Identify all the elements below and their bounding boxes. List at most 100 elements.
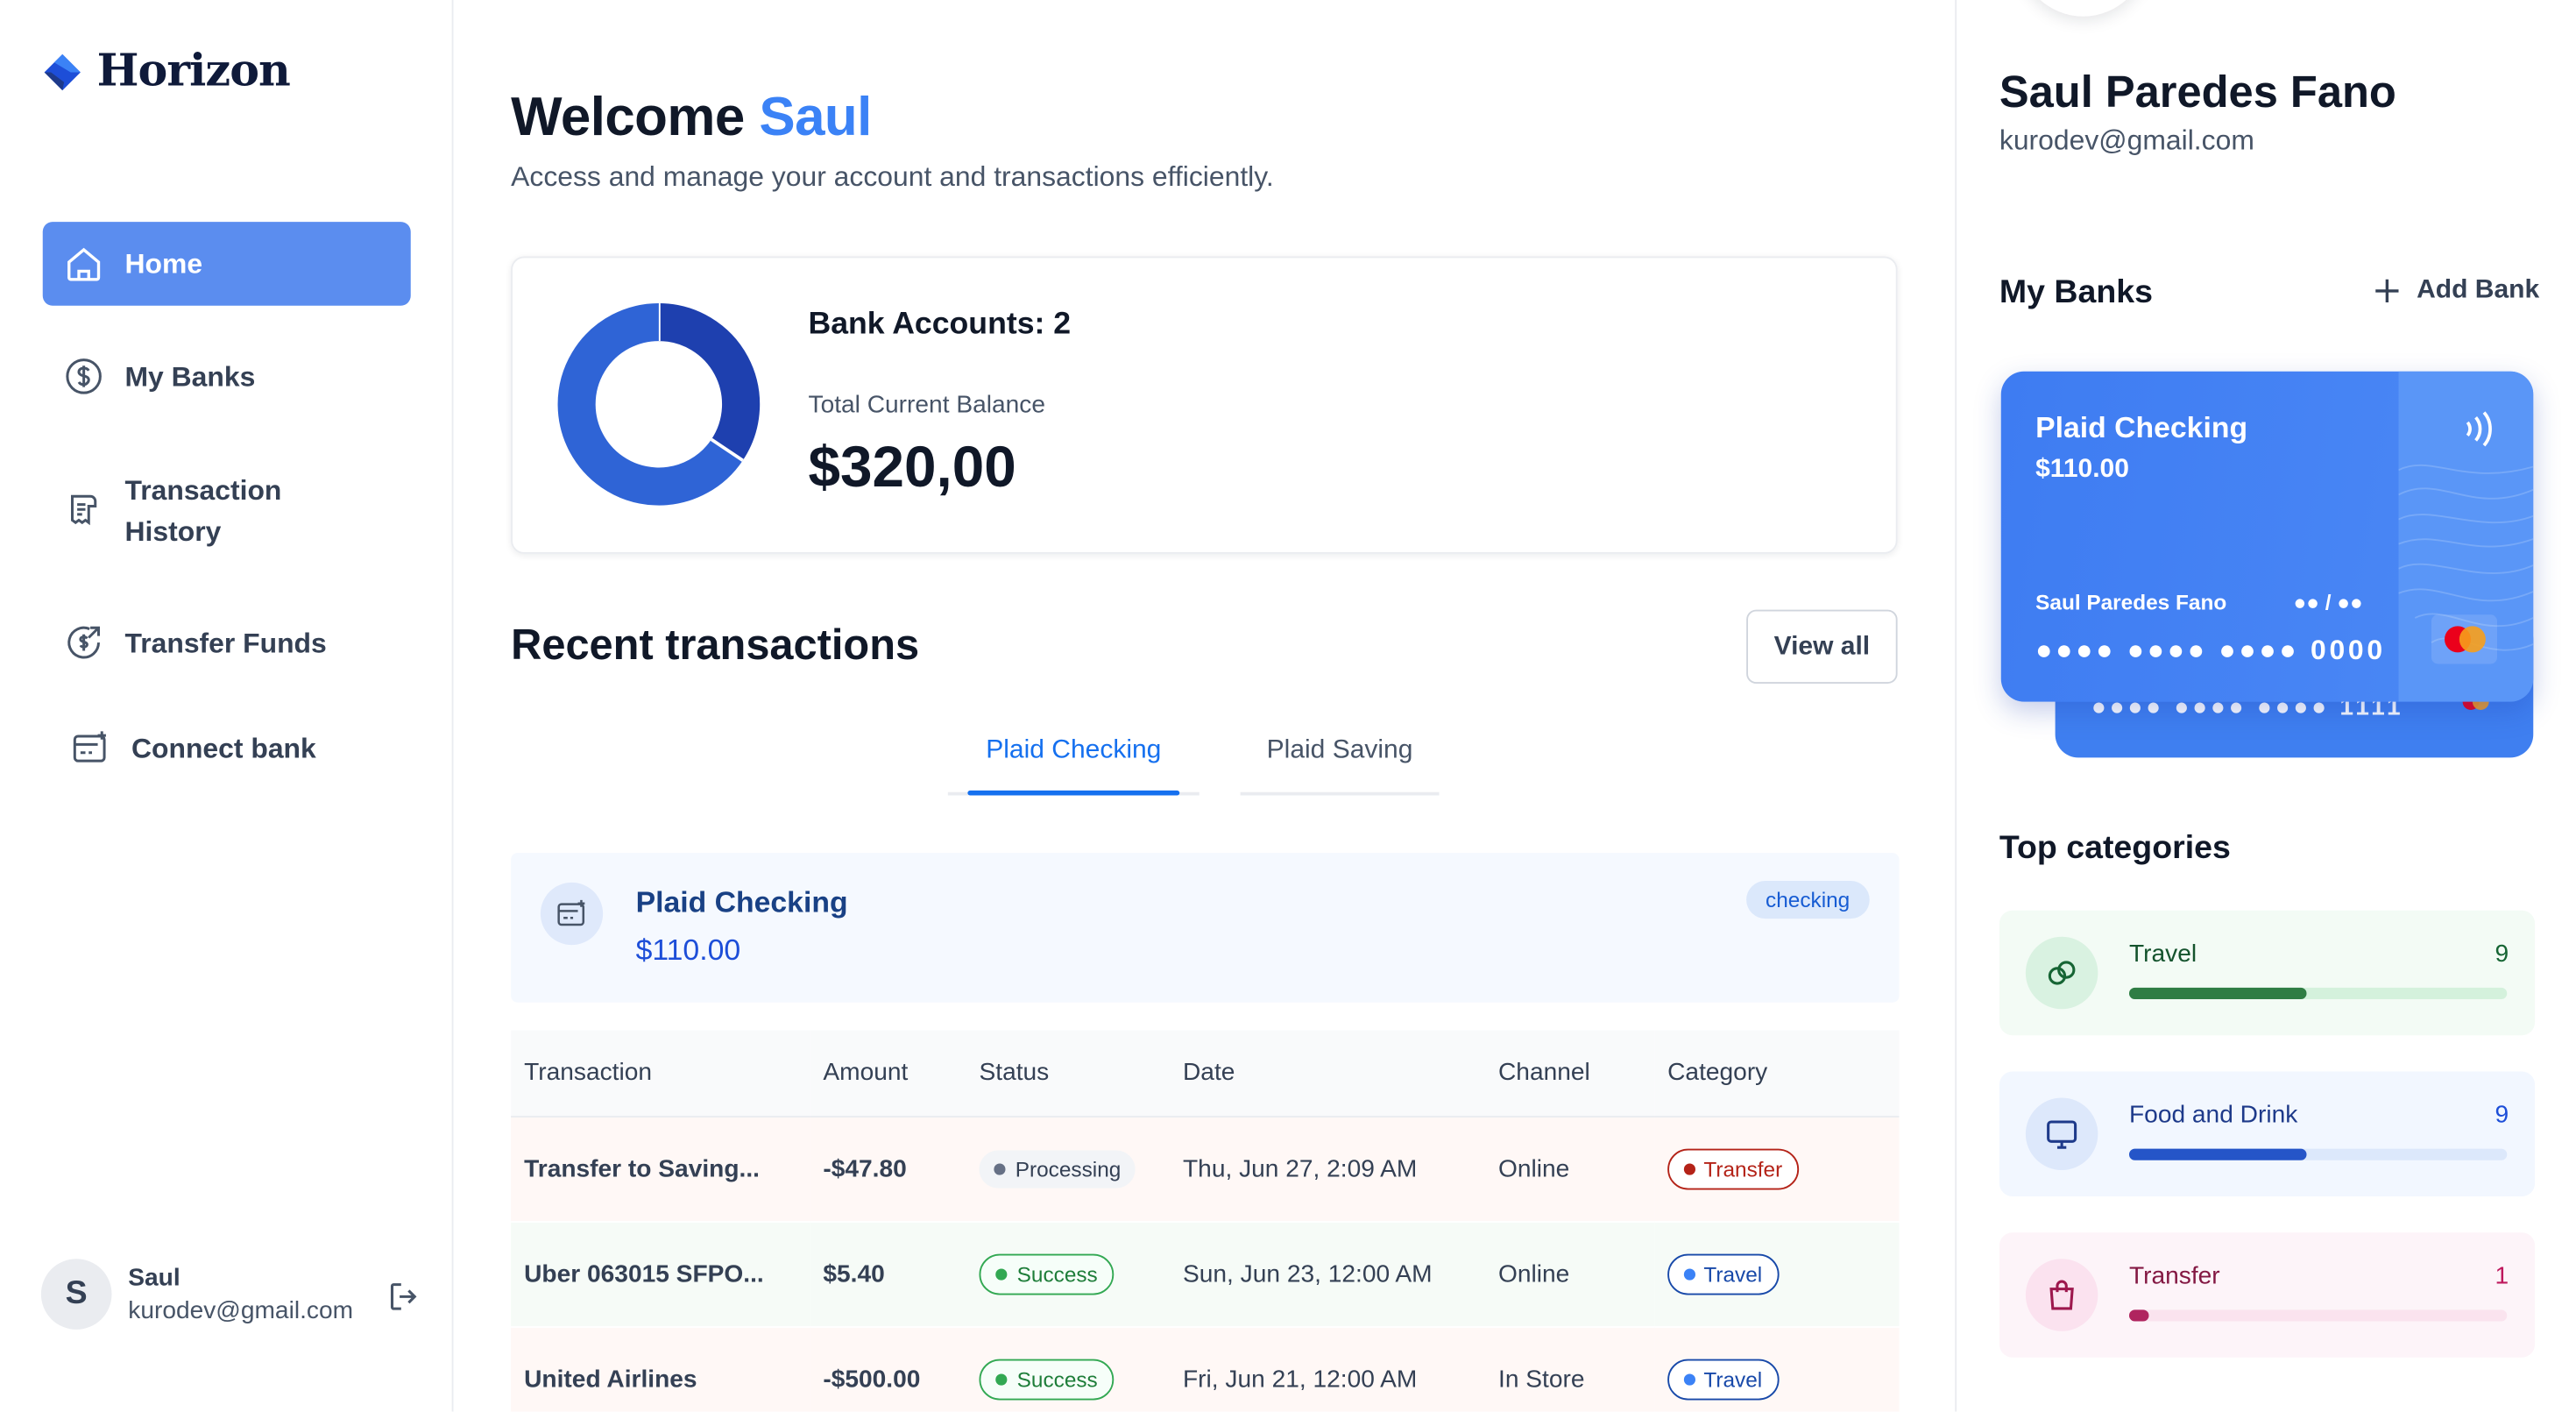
total-balance-label: Total Current Balance <box>808 391 1045 420</box>
tab-plaid-saving[interactable]: Plaid Saving <box>1240 736 1440 796</box>
transaction-status-cell: Success <box>966 1221 1170 1328</box>
bank-card-front[interactable]: Plaid Checking $110.00 Saul Paredes Fano… <box>2000 371 2534 702</box>
sidebar: Horizon Home My Banks Transaction Histor… <box>0 0 454 1412</box>
top-categories-title: Top categories <box>1999 829 2231 867</box>
table-row[interactable]: United Airlines -$500.00 Success Fri, Ju… <box>511 1326 1900 1412</box>
bank-accounts-count: Bank Accounts: 2 <box>808 307 1072 342</box>
user-info: Saul kurodev@gmail.com <box>128 1264 353 1324</box>
category-card-transfer[interactable]: Transfer 1 <box>1999 1232 2536 1358</box>
category-name: Travel <box>2129 940 2197 969</box>
view-all-button[interactable]: View all <box>1746 609 1898 684</box>
category-count: 1 <box>2495 1262 2509 1290</box>
column-header-channel: Channel <box>1485 1030 1655 1118</box>
card-expiry: ●● / ●● <box>2293 590 2363 615</box>
transaction-amount: -$500.00 <box>810 1326 966 1412</box>
transaction-channel: In Store <box>1485 1326 1655 1412</box>
welcome-prefix: Welcome <box>511 85 745 146</box>
total-balance-amount: $320,00 <box>808 435 1016 500</box>
profile-avatar[interactable] <box>2019 0 2148 17</box>
account-name: Plaid Checking <box>635 885 848 919</box>
dollar-circle-icon <box>62 355 105 398</box>
card-bank-name: Plaid Checking <box>2035 410 2248 444</box>
column-header-category: Category <box>1654 1030 1900 1118</box>
status-dot-icon <box>994 1162 1006 1174</box>
avatar[interactable]: S <box>40 1259 112 1330</box>
category-progress-fill <box>2129 1309 2148 1322</box>
account-balance: $110.00 <box>635 933 741 967</box>
sidebar-item-connect-bank[interactable]: Connect bank <box>43 706 411 789</box>
sidebar-item-label: Connect bank <box>131 732 316 763</box>
tab-label: Plaid Checking <box>986 736 1162 764</box>
sidebar-item-label: Transfer Funds <box>124 627 327 658</box>
tab-plaid-checking[interactable]: Plaid Checking <box>947 736 1200 796</box>
main-content: Welcome Saul Access and manage your acco… <box>455 0 1954 1412</box>
column-header-date: Date <box>1170 1030 1485 1118</box>
add-bank-button[interactable]: Add Bank <box>2374 276 2539 306</box>
transaction-date: Fri, Jun 21, 12:00 AM <box>1170 1326 1485 1412</box>
page-title: Welcome Saul <box>511 86 872 148</box>
sidebar-item-transfer-funds[interactable]: Transfer Funds <box>43 601 411 684</box>
profile-name: Saul Paredes Fano <box>1999 67 2396 117</box>
category-label: Transfer <box>1703 1156 1783 1181</box>
transaction-name: United Airlines <box>511 1326 810 1412</box>
plus-icon <box>2375 279 2399 302</box>
column-header-status: Status <box>966 1030 1170 1118</box>
account-type-badge: checking <box>1745 881 1870 919</box>
category-label: Travel <box>1703 1261 1763 1287</box>
sidebar-item-home[interactable]: Home <box>42 222 411 306</box>
card-number: ●●●● ●●●● ●●●● 0000 <box>2035 634 2386 666</box>
transaction-category-cell: Travel <box>1654 1326 1900 1412</box>
transaction-channel: Online <box>1485 1221 1655 1328</box>
category-progress-fill <box>2129 1148 2307 1160</box>
profile-email: kurodev@gmail.com <box>1999 124 2254 157</box>
category-card-travel[interactable]: Travel 9 <box>1999 910 2536 1036</box>
transaction-status-cell: Processing <box>966 1116 1170 1223</box>
category-label: Travel <box>1703 1366 1763 1392</box>
category-dot-icon <box>1683 1162 1695 1174</box>
table-row[interactable]: Uber 063015 SFPO... $5.40 Success Sun, J… <box>511 1221 1900 1328</box>
status-badge: Processing <box>979 1149 1136 1188</box>
category-badge: Travel <box>1667 1252 1779 1295</box>
user-email: kurodev@gmail.com <box>128 1296 354 1325</box>
card-holder-name: Saul Paredes Fano <box>2035 590 2227 615</box>
contactless-icon <box>2466 411 2492 447</box>
table-row[interactable]: Transfer to Saving... -$47.80 Processing… <box>511 1116 1900 1223</box>
account-info-banner[interactable]: Plaid Checking $110.00 checking <box>511 853 1900 1003</box>
category-name: Transfer <box>2129 1262 2220 1290</box>
transaction-name: Transfer to Saving... <box>511 1116 810 1223</box>
my-banks-title: My Banks <box>1999 274 2153 311</box>
transaction-date: Sun, Jun 23, 12:00 AM <box>1170 1221 1485 1328</box>
sidebar-item-label: Home <box>124 248 203 280</box>
column-header-amount: Amount <box>810 1030 966 1118</box>
right-sidebar: Saul Paredes Fano kurodev@gmail.com My B… <box>1955 0 2576 1412</box>
brand-logo[interactable]: Horizon <box>41 46 291 97</box>
monitor-icon <box>2025 1097 2098 1170</box>
logout-icon[interactable] <box>386 1279 422 1323</box>
horizon-logo-icon <box>44 53 81 90</box>
donut-segment-plaid-checking <box>658 302 761 461</box>
status-label: Success <box>1016 1366 1098 1392</box>
transfer-money-icon <box>62 621 105 664</box>
category-card-food-and-drink[interactable]: Food and Drink 9 <box>1999 1071 2536 1196</box>
travel-icon <box>2025 936 2098 1010</box>
sidebar-item-transaction-history[interactable]: Transaction History <box>43 464 411 559</box>
status-dot-icon <box>995 1373 1008 1385</box>
transaction-channel: Online <box>1485 1116 1655 1223</box>
category-badge: Travel <box>1667 1358 1779 1400</box>
shopping-bag-icon <box>2025 1259 2098 1331</box>
connect-bank-icon <box>69 727 112 770</box>
sidebar-item-my-banks[interactable]: My Banks <box>43 336 411 418</box>
mastercard-icon <box>2431 614 2497 664</box>
page-subtitle: Access and manage your account and trans… <box>511 160 1274 193</box>
status-badge: Success <box>979 1358 1115 1400</box>
category-name: Food and Drink <box>2129 1101 2298 1130</box>
balance-donut-chart <box>557 302 761 506</box>
sidebar-item-label: My Banks <box>124 360 256 393</box>
status-badge: Success <box>979 1252 1115 1295</box>
status-label: Processing <box>1015 1156 1122 1181</box>
transactions-table: Transaction Amount Status Date Channel C… <box>511 1030 1900 1412</box>
tab-active-indicator <box>967 790 1180 796</box>
transaction-amount: $5.40 <box>810 1221 966 1328</box>
receipt-icon <box>62 490 105 533</box>
recent-transactions-title: Recent transactions <box>511 619 920 670</box>
